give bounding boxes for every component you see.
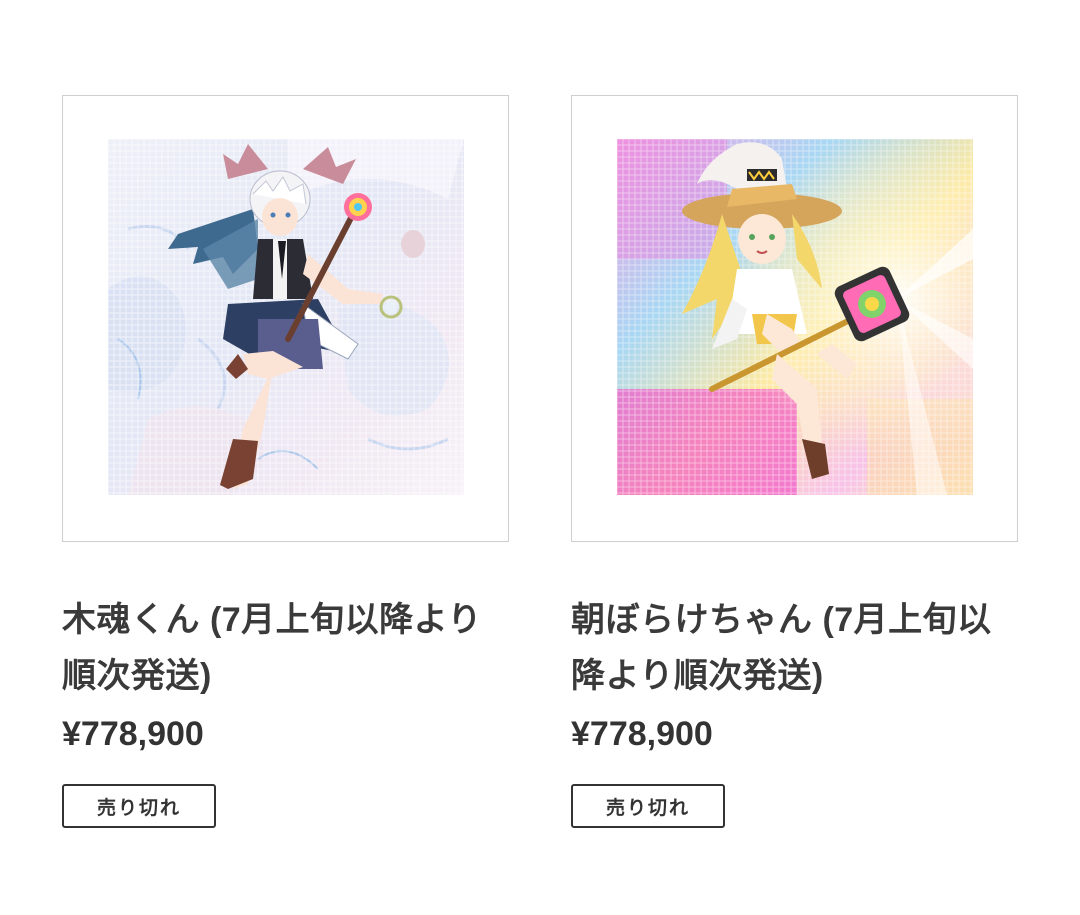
product-title[interactable]: 朝ぼらけちゃん (7月上旬以降より順次発送) (571, 592, 1011, 704)
product-title[interactable]: 木魂くん (7月上旬以降より順次発送) (62, 592, 502, 704)
product-image-frame[interactable] (571, 95, 1018, 542)
product-card[interactable]: 木魂くん (7月上旬以降より順次発送) ¥778,900 売り切れ (62, 95, 509, 828)
product-price: ¥778,900 (62, 715, 204, 753)
product-artwork-image[interactable] (617, 139, 973, 495)
product-price: ¥778,900 (571, 715, 713, 753)
product-image-frame[interactable] (62, 95, 509, 542)
sold-out-badge: 売り切れ (62, 784, 216, 828)
product-card[interactable]: 朝ぼらけちゃん (7月上旬以降より順次発送) ¥778,900 売り切れ (571, 95, 1018, 828)
sold-out-badge: 売り切れ (571, 784, 725, 828)
product-artwork-image[interactable] (108, 139, 464, 495)
